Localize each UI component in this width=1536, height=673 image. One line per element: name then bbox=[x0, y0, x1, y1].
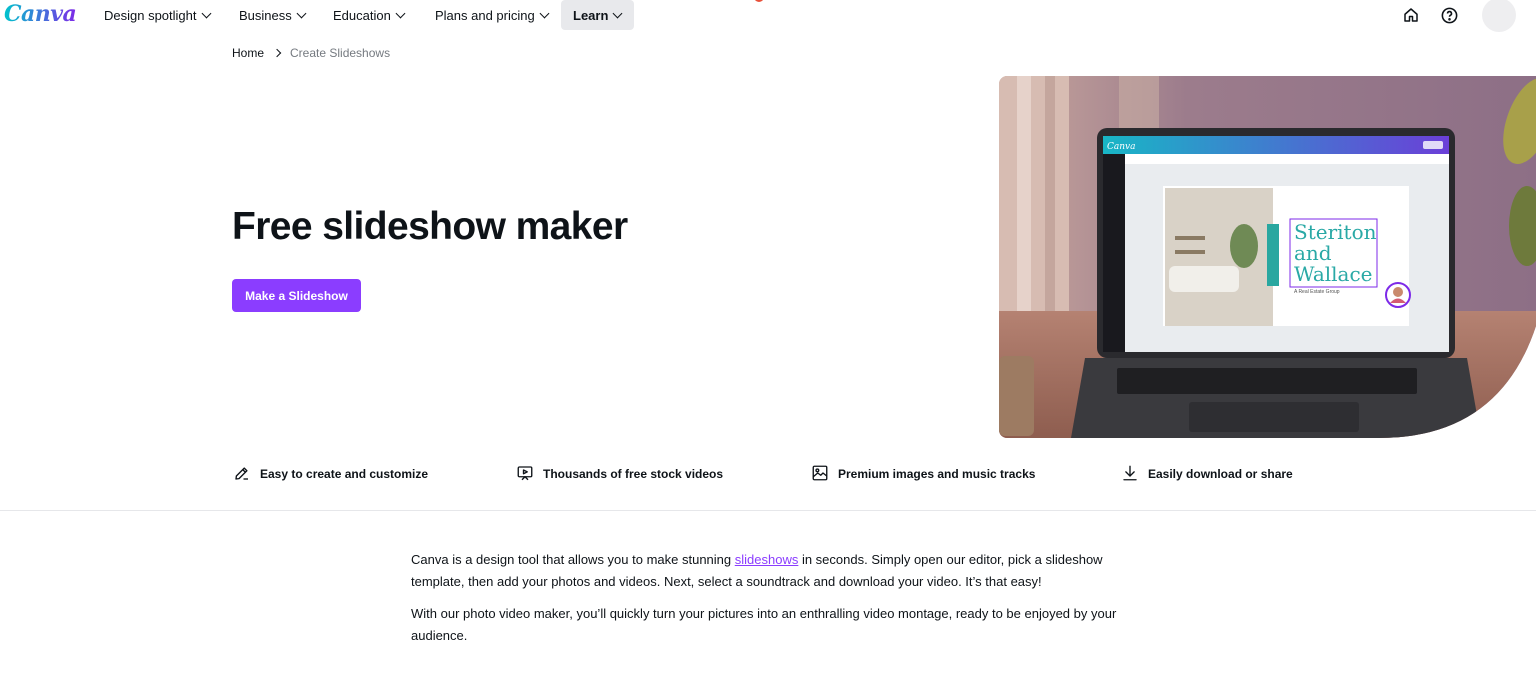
nav-plans-pricing-label: Plans and pricing bbox=[435, 7, 535, 23]
chevron-down-icon bbox=[612, 8, 623, 18]
nav-design-spotlight[interactable]: Design spotlight bbox=[92, 0, 222, 30]
nav-learn[interactable]: Learn bbox=[561, 0, 634, 30]
video-icon bbox=[516, 464, 534, 485]
breadcrumb: Home Create Slideshows bbox=[232, 46, 390, 60]
chevron-down-icon bbox=[539, 8, 550, 18]
download-icon bbox=[1121, 464, 1139, 485]
intro-paragraph-2: With our photo video maker, you’ll quick… bbox=[411, 606, 1117, 643]
nav-education[interactable]: Education bbox=[321, 0, 416, 30]
make-slideshow-button[interactable]: Make a Slideshow bbox=[232, 279, 361, 312]
nav-business-label: Business bbox=[239, 7, 292, 23]
feature-label: Premium images and music tracks bbox=[838, 467, 1036, 481]
edit-icon bbox=[233, 464, 251, 485]
home-icon[interactable] bbox=[1400, 4, 1422, 26]
avatar[interactable] bbox=[1482, 0, 1516, 32]
notification-dot bbox=[754, 0, 764, 2]
intro-paragraph-1: Canva is a design tool that allows you t… bbox=[411, 549, 1121, 592]
hero-image: Canva Steriton and Wallace A Real Estate… bbox=[999, 76, 1536, 438]
chevron-down-icon bbox=[395, 8, 406, 18]
intro-text-part: Canva is a design tool that allows you t… bbox=[411, 552, 735, 567]
nav-education-label: Education bbox=[333, 7, 391, 23]
breadcrumb-current: Create Slideshows bbox=[290, 46, 391, 60]
section-divider bbox=[0, 510, 1536, 511]
chevron-down-icon bbox=[201, 8, 211, 18]
mockup-subtitle: A Real Estate Group bbox=[1294, 289, 1340, 295]
help-icon[interactable] bbox=[1438, 4, 1460, 26]
feature-label: Easily download or share bbox=[1148, 467, 1293, 481]
mockup-heading-3: Wallace bbox=[1294, 262, 1373, 286]
chevron-right-icon bbox=[272, 48, 282, 58]
feature-label: Easy to create and customize bbox=[260, 467, 429, 481]
chevron-down-icon bbox=[296, 8, 307, 18]
image-icon bbox=[811, 464, 829, 485]
breadcrumb-home[interactable]: Home bbox=[232, 46, 264, 60]
feature-premium-images: Premium images and music tracks bbox=[811, 460, 1035, 488]
mockup-app-logo: Canva bbox=[1107, 142, 1136, 152]
slideshows-link[interactable]: slideshows bbox=[735, 552, 799, 567]
features-row: Easy to create and customize Thousands o… bbox=[0, 460, 1536, 488]
feature-label: Thousands of free stock videos bbox=[543, 467, 724, 481]
feature-download-share: Easily download or share bbox=[1121, 460, 1293, 488]
feature-stock-videos: Thousands of free stock videos bbox=[516, 460, 723, 488]
nav-right-actions bbox=[1400, 0, 1516, 32]
nav-business[interactable]: Business bbox=[227, 0, 317, 30]
nav-learn-label: Learn bbox=[573, 7, 609, 23]
top-nav: Canva Design spotlight Business Educatio… bbox=[0, 0, 1536, 32]
intro-text: Canva is a design tool that allows you t… bbox=[411, 549, 1121, 657]
nav-plans-pricing[interactable]: Plans and pricing bbox=[423, 0, 560, 30]
feature-easy-create: Easy to create and customize bbox=[233, 460, 428, 488]
nav-design-spotlight-label: Design spotlight bbox=[104, 7, 197, 23]
page-title: Free slideshow maker bbox=[232, 205, 628, 248]
canva-logo[interactable]: Canva bbox=[4, 1, 77, 27]
